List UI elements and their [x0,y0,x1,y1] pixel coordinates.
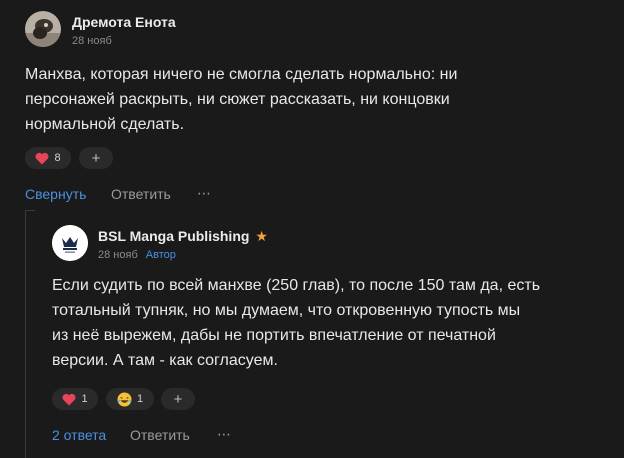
author-badge: Автор [145,249,176,261]
reaction-heart[interactable]: 1 [52,388,98,410]
reply-button[interactable]: Ответить [130,427,190,443]
comment-text: Манхва, которая ничего не смогла сделать… [25,62,605,137]
comment-date[interactable]: 28 нояб [72,35,112,47]
add-reaction-button[interactable]: + [79,147,113,169]
reaction-laughing[interactable]: 1 [106,388,154,410]
text-line: персонажей раскрыть, ни сюжет рассказать… [25,91,450,108]
comment-text: Если судить по всей манхве (250 глав), т… [52,273,612,373]
heart-icon [35,152,49,165]
text-line: из неё вырежем, дабы не портить впечатле… [52,327,496,344]
comment-2: BSL Manga Publishing ★ 28 нояб Автор Если… [0,215,624,458]
reply-button[interactable]: Ответить [111,186,171,202]
avatar[interactable] [52,225,88,261]
author-name-text: BSL Manga Publishing [98,228,250,244]
plus-icon: + [173,390,183,408]
date-text[interactable]: 28 нояб [98,249,138,261]
reaction-count: 8 [54,152,61,164]
reaction-count: 1 [136,393,144,405]
text-line: тотальный тупняк, но мы думаем, что откр… [52,302,521,319]
author-name[interactable]: BSL Manga Publishing ★ [98,228,268,245]
text-line: нормальной сделать. [25,116,185,133]
author-name[interactable]: Дремота Енота [72,14,176,30]
avatar[interactable] [25,11,61,47]
replies-button[interactable]: 2 ответа [52,427,106,443]
text-line: версии. А там - как согласуем. [52,352,278,369]
add-reaction-button[interactable]: + [161,388,195,410]
heart-icon [62,393,76,406]
thread-line [25,210,35,211]
more-icon[interactable]: ⋯ [217,426,232,443]
more-icon[interactable]: ⋯ [197,185,212,202]
laughing-emoji-icon [117,392,132,407]
text-line: Если судить по всей манхве (250 глав), т… [52,277,541,294]
plus-icon: + [91,149,101,167]
star-icon: ★ [255,228,268,244]
comment-date: 28 нояб Автор [98,249,176,261]
reaction-heart[interactable]: 8 [25,147,71,169]
collapse-button[interactable]: Свернуть [25,186,86,202]
reaction-count: 1 [81,393,88,405]
text-line: Манхва, которая ничего не смогла сделать… [25,66,458,83]
comment-1: Дремота Енота 28 нояб Манхва, которая ни… [0,0,624,210]
